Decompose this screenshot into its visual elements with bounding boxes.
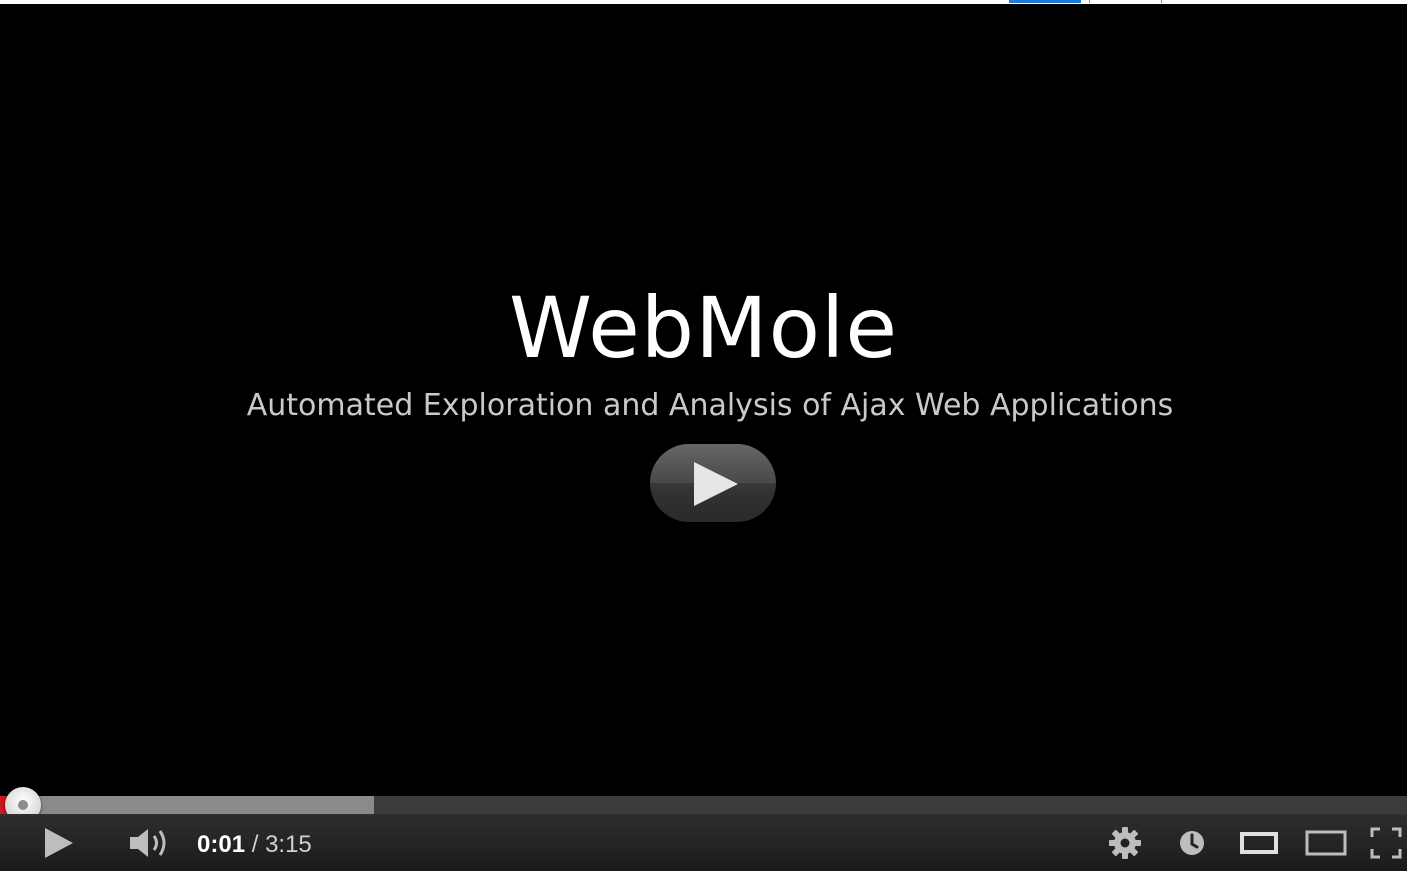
current-time: 0:01 xyxy=(197,831,246,858)
progress-buffered xyxy=(0,796,375,814)
time-separator: / xyxy=(245,831,266,858)
large-player-icon xyxy=(1305,830,1347,855)
settings-button[interactable] xyxy=(1104,814,1146,871)
video-subtitle: Automated Exploration and Analysis of Aj… xyxy=(246,388,1174,423)
clock-icon xyxy=(1180,830,1204,855)
play-button[interactable] xyxy=(36,814,80,871)
top-strip-divider xyxy=(1161,0,1162,3)
small-player-icon xyxy=(1240,831,1278,854)
gear-icon xyxy=(1109,826,1141,859)
time-display: 0:01 / 3:15 xyxy=(197,830,312,860)
large-player-button[interactable] xyxy=(1300,814,1352,871)
scrubber-dot xyxy=(18,800,28,810)
fullscreen-icon xyxy=(1370,827,1401,858)
duration: 3:15 xyxy=(265,831,312,858)
player-control-bar: 0:01 / 3:15 xyxy=(0,814,1407,871)
big-play-button[interactable] xyxy=(650,444,776,522)
top-strip-highlight xyxy=(1009,0,1081,3)
volume-button[interactable] xyxy=(124,814,174,871)
fullscreen-button[interactable] xyxy=(1364,814,1407,871)
top-strip-divider xyxy=(1089,0,1090,3)
play-icon xyxy=(650,444,776,506)
watch-later-button[interactable] xyxy=(1172,814,1212,871)
video-title-card: WebMole xyxy=(508,279,899,377)
small-player-button[interactable] xyxy=(1234,814,1284,871)
play-icon xyxy=(45,827,73,858)
progress-bar[interactable] xyxy=(0,796,1407,814)
volume-icon xyxy=(130,828,166,857)
